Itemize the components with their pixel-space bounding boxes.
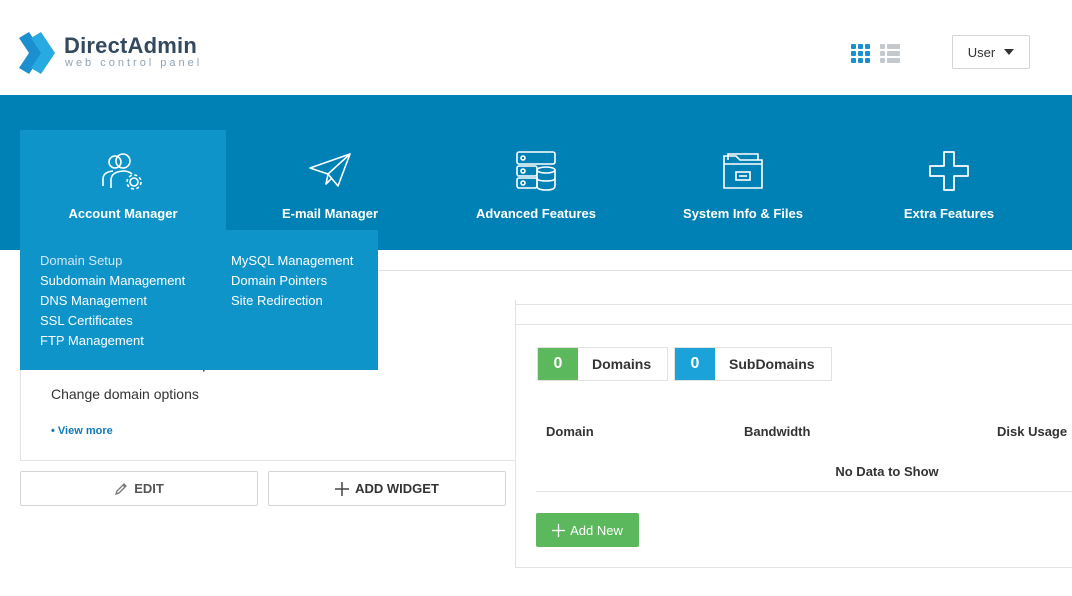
- account-manager-dropdown: Domain Setup Subdomain Management DNS Ma…: [20, 230, 378, 370]
- caret-down-icon: [1004, 49, 1015, 55]
- directadmin-logo[interactable]: DirectAdmin web control panel: [19, 30, 219, 76]
- add-new-button[interactable]: Add New: [536, 513, 639, 547]
- main-navigation: Account Manager E-mail Manager Advanced …: [0, 95, 1072, 250]
- pencil-icon: [115, 482, 128, 495]
- folder-icon: [723, 153, 763, 189]
- dropdown-column-1: Domain Setup Subdomain Management DNS Ma…: [40, 253, 185, 353]
- dropdown-link-domain-pointers[interactable]: Domain Pointers: [231, 273, 353, 293]
- dropdown-link-mysql-management[interactable]: MySQL Management: [231, 253, 353, 273]
- add-widget-button-label: ADD WIDGET: [355, 481, 439, 496]
- subdomains-count: 0: [675, 348, 715, 380]
- nav-label-extra-features: Extra Features: [903, 206, 995, 221]
- domains-label: Domains: [592, 356, 652, 372]
- logo-chevron-icon: [19, 32, 55, 74]
- user-menu-button[interactable]: User: [952, 35, 1030, 69]
- logo-tagline: web control panel: [65, 57, 203, 69]
- domains-stat[interactable]: 0 Domains: [537, 347, 668, 381]
- top-header: DirectAdmin web control panel User: [0, 0, 1072, 95]
- add-widget-button[interactable]: ADD WIDGET: [268, 471, 506, 506]
- nav-label-system-info-files: System Info & Files: [683, 206, 803, 221]
- server-icon: [516, 151, 556, 191]
- dropdown-link-ftp-management[interactable]: FTP Management: [40, 333, 185, 353]
- table-divider: [536, 491, 1072, 492]
- dropdown-link-domain-setup[interactable]: Domain Setup: [40, 253, 185, 273]
- dropdown-link-ssl-certificates[interactable]: SSL Certificates: [40, 313, 185, 333]
- nav-item-extra-features[interactable]: Extra Features: [846, 130, 1052, 250]
- logo-name: DirectAdmin: [64, 33, 197, 58]
- add-new-label: Add New: [570, 522, 623, 538]
- paper-plane-icon: [309, 153, 351, 187]
- nav-label-account-manager: Account Manager: [68, 206, 178, 221]
- edit-button-label: EDIT: [134, 481, 164, 496]
- table-header-bandwidth[interactable]: Bandwidth: [744, 424, 810, 439]
- nav-label-email-manager: E-mail Manager: [281, 206, 379, 221]
- domains-count: 0: [538, 348, 578, 380]
- view-more-link[interactable]: • View more: [51, 425, 113, 437]
- widget-description: Change domain options: [51, 386, 199, 402]
- edit-button[interactable]: EDIT: [20, 471, 258, 506]
- dropdown-link-site-redirection[interactable]: Site Redirection: [231, 293, 353, 313]
- list-view-icon[interactable]: [880, 44, 900, 63]
- dropdown-link-dns-management[interactable]: DNS Management: [40, 293, 185, 313]
- users-gear-icon: [102, 153, 142, 190]
- dropdown-column-2: MySQL Management Domain Pointers Site Re…: [231, 253, 353, 313]
- nav-label-advanced-features: Advanced Features: [476, 206, 596, 221]
- nav-item-advanced-features[interactable]: Advanced Features: [433, 130, 639, 250]
- grid-view-icon[interactable]: [851, 44, 870, 63]
- user-menu-label: User: [967, 44, 996, 60]
- dropdown-link-subdomain-management[interactable]: Subdomain Management: [40, 273, 185, 293]
- plus-icon: [335, 481, 350, 496]
- table-header-disk-usage[interactable]: Disk Usage: [997, 424, 1067, 439]
- table-header-domain[interactable]: Domain: [546, 424, 594, 439]
- empty-table-message: No Data to Show: [835, 464, 939, 479]
- subdomains-stat[interactable]: 0 SubDomains: [674, 347, 832, 381]
- subdomains-label: SubDomains: [729, 356, 815, 372]
- nav-item-system-info-files[interactable]: System Info & Files: [640, 130, 846, 250]
- plus-icon: [552, 523, 566, 537]
- plus-icon: [929, 151, 969, 191]
